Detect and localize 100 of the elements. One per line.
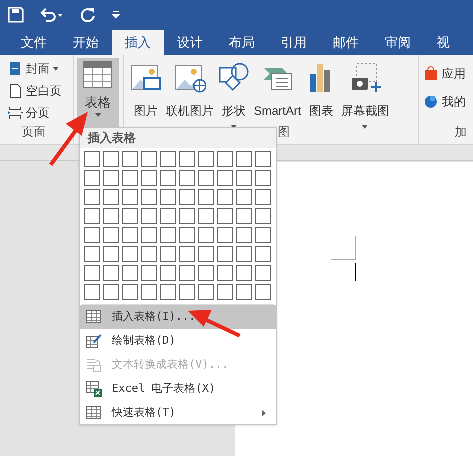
grid-cell[interactable] xyxy=(198,189,214,205)
addin-command[interactable]: 我的 xyxy=(424,93,473,111)
undo-icon[interactable] xyxy=(40,7,64,23)
grid-cell[interactable] xyxy=(141,189,157,205)
grid-cell[interactable] xyxy=(160,189,176,205)
grid-cell[interactable] xyxy=(236,189,252,205)
grid-cell[interactable] xyxy=(103,170,119,186)
grid-cell[interactable] xyxy=(198,246,214,262)
grid-cell[interactable] xyxy=(103,284,119,300)
grid-cell[interactable] xyxy=(217,151,233,167)
redo-icon[interactable] xyxy=(80,7,96,23)
grid-cell[interactable] xyxy=(217,208,233,224)
grid-cell[interactable] xyxy=(141,170,157,186)
grid-cell[interactable] xyxy=(122,227,138,243)
grid-cell[interactable] xyxy=(179,227,195,243)
grid-cell[interactable] xyxy=(122,265,138,281)
ribbon-tab[interactable]: 设计 xyxy=(164,30,216,55)
grid-cell[interactable] xyxy=(255,151,271,167)
ribbon-button[interactable]: 图表 xyxy=(304,58,338,129)
grid-cell[interactable] xyxy=(255,246,271,262)
grid-cell[interactable] xyxy=(255,208,271,224)
grid-cell[interactable] xyxy=(122,284,138,300)
ribbon-button[interactable]: 屏幕截图 xyxy=(340,58,390,129)
grid-cell[interactable] xyxy=(84,208,100,224)
table-button[interactable]: 表格 xyxy=(77,58,119,128)
page-command[interactable]: 封面 xyxy=(8,58,73,79)
grid-cell[interactable] xyxy=(160,265,176,281)
grid-cell[interactable] xyxy=(122,170,138,186)
ribbon-tab[interactable]: 审阅 xyxy=(372,30,424,55)
grid-cell[interactable] xyxy=(179,151,195,167)
grid-cell[interactable] xyxy=(122,189,138,205)
ribbon-tab[interactable]: 引用 xyxy=(268,30,320,55)
grid-cell[interactable] xyxy=(236,246,252,262)
grid-cell[interactable] xyxy=(198,170,214,186)
ribbon-button[interactable]: 图片 xyxy=(129,58,163,129)
grid-cell[interactable] xyxy=(160,227,176,243)
grid-cell[interactable] xyxy=(255,170,271,186)
grid-cell[interactable] xyxy=(255,227,271,243)
grid-cell[interactable] xyxy=(179,246,195,262)
grid-cell[interactable] xyxy=(84,151,100,167)
grid-cell[interactable] xyxy=(236,170,252,186)
grid-cell[interactable] xyxy=(179,189,195,205)
grid-cell[interactable] xyxy=(141,265,157,281)
grid-cell[interactable] xyxy=(160,170,176,186)
grid-cell[interactable] xyxy=(236,208,252,224)
grid-cell[interactable] xyxy=(160,246,176,262)
grid-cell[interactable] xyxy=(103,151,119,167)
grid-cell[interactable] xyxy=(217,246,233,262)
grid-cell[interactable] xyxy=(160,208,176,224)
grid-cell[interactable] xyxy=(179,170,195,186)
grid-cell[interactable] xyxy=(236,284,252,300)
grid-cell[interactable] xyxy=(103,208,119,224)
grid-cell[interactable] xyxy=(198,227,214,243)
grid-cell[interactable] xyxy=(84,265,100,281)
grid-cell[interactable] xyxy=(160,151,176,167)
grid-cell[interactable] xyxy=(198,208,214,224)
grid-cell[interactable] xyxy=(255,284,271,300)
grid-cell[interactable] xyxy=(255,189,271,205)
grid-cell[interactable] xyxy=(122,246,138,262)
ribbon-tab[interactable]: 布局 xyxy=(216,30,268,55)
grid-cell[interactable] xyxy=(103,189,119,205)
grid-cell[interactable] xyxy=(103,227,119,243)
menu-item[interactable]: 快速表格(T) xyxy=(80,401,276,425)
save-icon[interactable] xyxy=(8,7,24,23)
grid-cell[interactable] xyxy=(217,170,233,186)
customize-icon[interactable] xyxy=(112,11,120,19)
ribbon-tab[interactable]: 开始 xyxy=(60,30,112,55)
ribbon-tab[interactable]: 文件 xyxy=(8,30,60,55)
grid-cell[interactable] xyxy=(84,227,100,243)
grid-cell[interactable] xyxy=(84,284,100,300)
grid-cell[interactable] xyxy=(84,189,100,205)
addin-command[interactable]: 应用 xyxy=(424,65,473,83)
grid-cell[interactable] xyxy=(179,284,195,300)
menu-item[interactable]: 插入表格(I)... xyxy=(80,305,276,329)
grid-cell[interactable] xyxy=(236,227,252,243)
grid-cell[interactable] xyxy=(236,151,252,167)
page-command[interactable]: 空白页 xyxy=(8,80,73,101)
grid-cell[interactable] xyxy=(217,189,233,205)
grid-cell[interactable] xyxy=(141,151,157,167)
grid-cell[interactable] xyxy=(179,265,195,281)
grid-cell[interactable] xyxy=(217,284,233,300)
grid-cell[interactable] xyxy=(141,208,157,224)
grid-cell[interactable] xyxy=(141,227,157,243)
grid-cell[interactable] xyxy=(179,208,195,224)
ribbon-tab[interactable]: 视 xyxy=(424,30,463,55)
grid-cell[interactable] xyxy=(141,246,157,262)
grid-cell[interactable] xyxy=(103,246,119,262)
grid-cell[interactable] xyxy=(84,246,100,262)
menu-item[interactable]: Excel 电子表格(X) xyxy=(80,377,276,401)
grid-cell[interactable] xyxy=(160,284,176,300)
grid-cell[interactable] xyxy=(217,227,233,243)
menu-item[interactable]: 绘制表格(D) xyxy=(80,329,276,353)
grid-cell[interactable] xyxy=(198,151,214,167)
page-command[interactable]: 分页 xyxy=(8,102,73,123)
ribbon-tab[interactable]: 邮件 xyxy=(320,30,372,55)
grid-cell[interactable] xyxy=(141,284,157,300)
grid-cell[interactable] xyxy=(217,265,233,281)
grid-cell[interactable] xyxy=(122,208,138,224)
grid-cell[interactable] xyxy=(198,284,214,300)
grid-cell[interactable] xyxy=(255,265,271,281)
